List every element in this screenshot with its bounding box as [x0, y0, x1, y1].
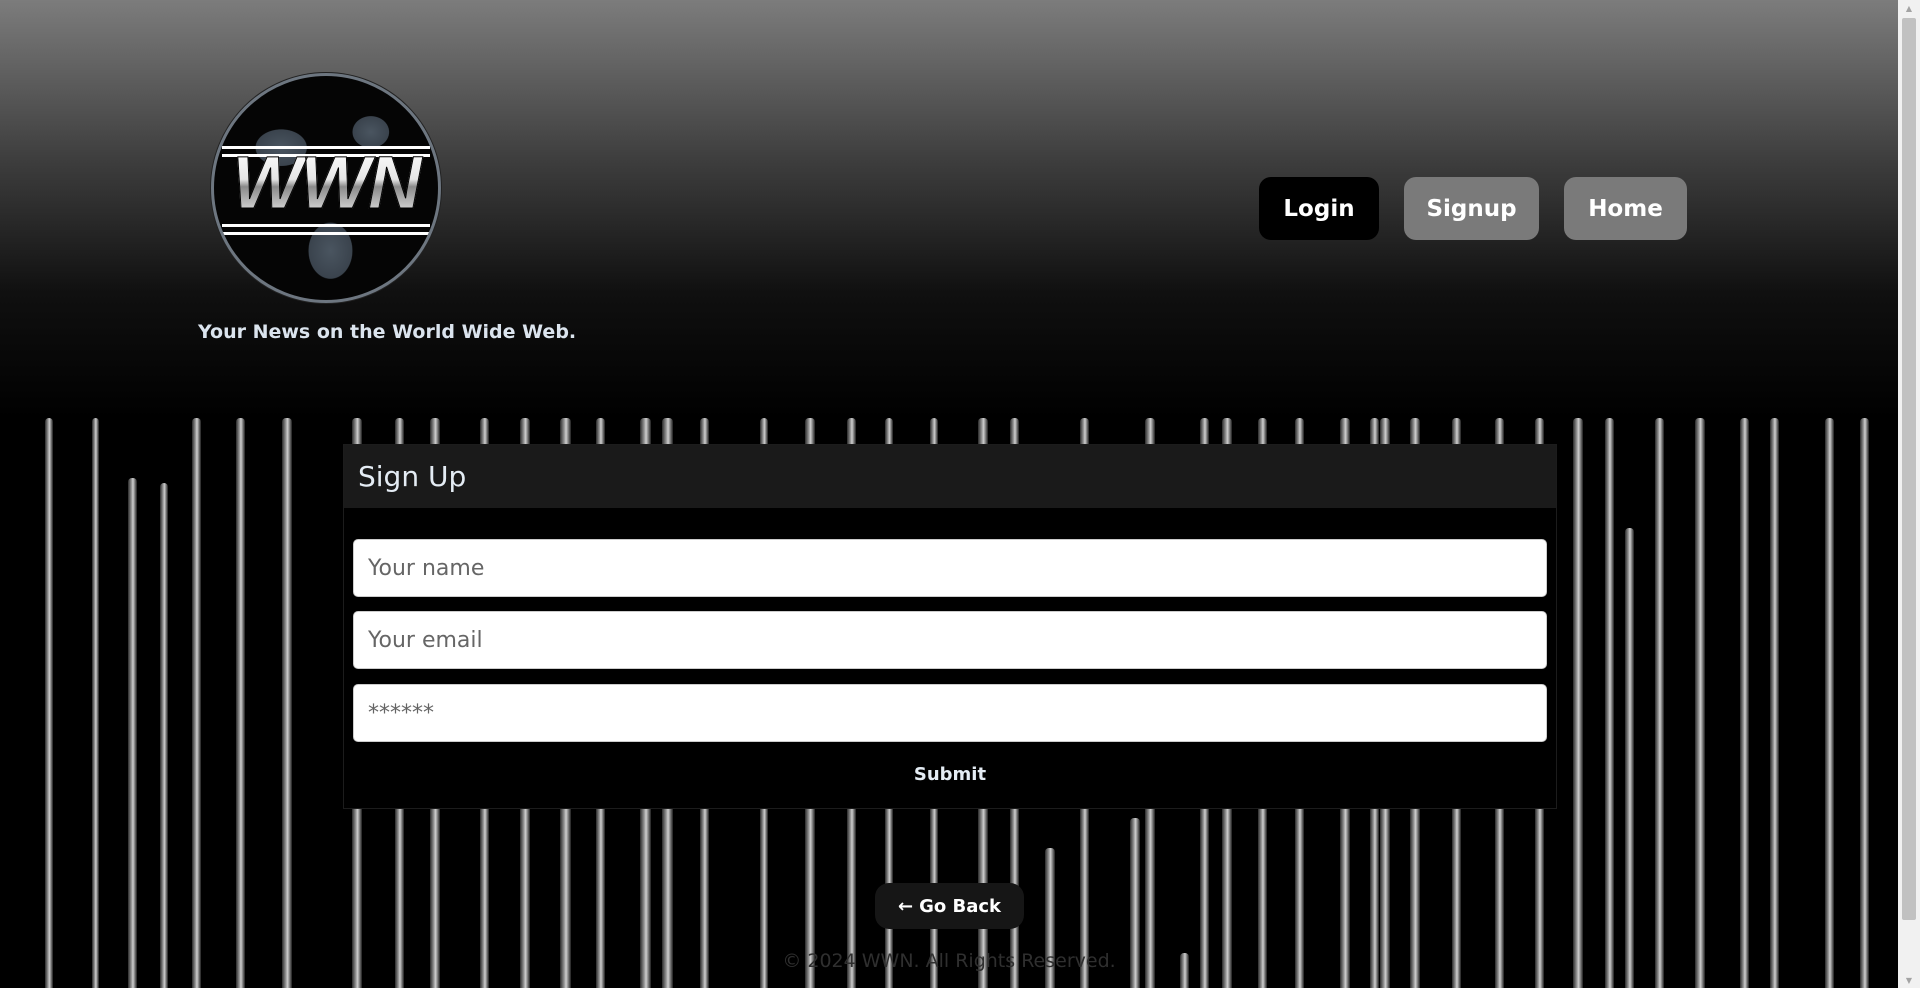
site-header: WWN Your News on the World Wide Web. Log… [0, 0, 1898, 418]
background-rod [92, 418, 99, 988]
background-rod [1825, 418, 1834, 988]
background-rod [1605, 418, 1614, 988]
go-back-button[interactable]: ← Go Back [875, 883, 1024, 929]
background-rod [1860, 418, 1869, 988]
logo-stripe [222, 232, 430, 235]
background-rod [1770, 418, 1779, 988]
triangle-down-icon[interactable]: ▼ [1898, 972, 1920, 988]
home-button[interactable]: Home [1564, 177, 1687, 240]
footer-copyright: © 2024 WWN. All Rights Reserved. [782, 950, 1116, 972]
background-rod [1740, 418, 1749, 988]
background-rod [45, 418, 53, 988]
background-rod [1625, 528, 1634, 988]
background-rod [128, 478, 137, 988]
background-rod [1695, 418, 1705, 988]
logo-stripe [222, 224, 430, 227]
go-back-label: Go Back [919, 895, 1001, 917]
signup-button[interactable]: Signup [1404, 177, 1539, 240]
background-rod [192, 418, 201, 988]
background-rod [282, 418, 292, 988]
left-arrow-icon: ← [897, 895, 914, 917]
email-field[interactable] [353, 611, 1547, 669]
wwn-globe-logo: WWN [211, 73, 441, 303]
submit-button[interactable]: Submit [344, 763, 1556, 786]
password-field[interactable] [353, 684, 1547, 742]
login-button[interactable]: Login [1259, 177, 1379, 240]
signup-title: Sign Up [344, 445, 1556, 508]
name-field[interactable] [353, 539, 1547, 597]
signup-card: Sign Up Submit [343, 444, 1557, 809]
background-rod [1573, 418, 1583, 988]
background-rod [160, 483, 168, 988]
background-rod [236, 418, 245, 988]
scrollbar-thumb[interactable] [1902, 18, 1916, 920]
vertical-scrollbar[interactable]: ▲ ▼ [1898, 0, 1920, 988]
background-rod [1655, 418, 1664, 988]
triangle-up-icon[interactable]: ▲ [1898, 0, 1920, 16]
tagline: Your News on the World Wide Web. [198, 321, 577, 343]
logo-text: WWN [214, 145, 438, 220]
